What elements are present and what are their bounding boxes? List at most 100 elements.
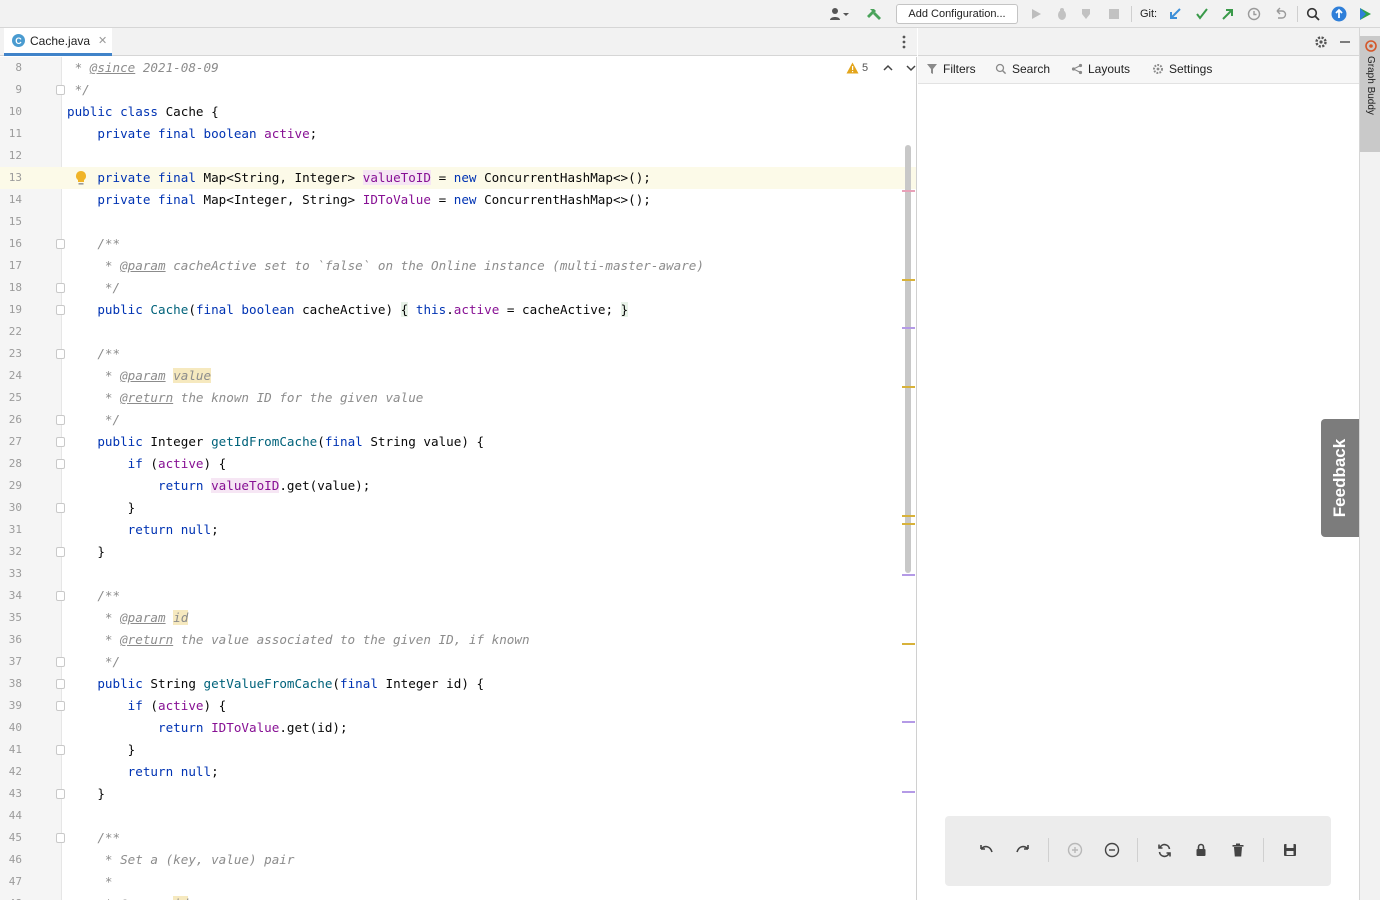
code-line[interactable]: 10 public class Cache {: [0, 101, 916, 123]
fold-marker[interactable]: [56, 239, 65, 249]
tool-window-settings-button[interactable]: [1312, 32, 1330, 52]
fold-marker[interactable]: [56, 789, 65, 799]
code-line[interactable]: 17 * @param cacheActive set to `false` o…: [0, 255, 916, 277]
settings-tab[interactable]: Settings: [1152, 62, 1212, 76]
info-stripe-mark[interactable]: [902, 574, 915, 576]
zoom-out-button[interactable]: [1103, 841, 1121, 859]
code-editor[interactable]: 8 * @since 2021-08-09 9 */10 public class …: [0, 57, 917, 900]
code-line[interactable]: 14 private final Map<Integer, String> ID…: [0, 189, 916, 211]
close-icon[interactable]: ✕: [98, 34, 107, 47]
code-line[interactable]: 8 * @since 2021-08-09: [0, 57, 916, 79]
code-line[interactable]: 12: [0, 145, 916, 167]
git-rollback-button[interactable]: [1271, 4, 1289, 24]
inspection-widget[interactable]: 5: [846, 62, 916, 74]
code-line[interactable]: 28 if (active) {: [0, 453, 916, 475]
warning-stripe-mark[interactable]: [902, 386, 915, 388]
code-line[interactable]: 24 * @param value: [0, 365, 916, 387]
code-line[interactable]: 29 return valueToID.get(value);: [0, 475, 916, 497]
code-line[interactable]: 40 return IDToValue.get(id);: [0, 717, 916, 739]
fold-marker[interactable]: [56, 437, 65, 447]
chevron-down-icon[interactable]: [906, 64, 916, 72]
delete-button[interactable]: [1229, 841, 1247, 859]
code-line[interactable]: 34 /**: [0, 585, 916, 607]
git-update-button[interactable]: [1166, 4, 1184, 24]
lock-button[interactable]: [1192, 841, 1210, 859]
graph-buddy-side-tab[interactable]: Graph Buddy: [1360, 36, 1380, 152]
code-line[interactable]: 47 *: [0, 871, 916, 893]
run-button[interactable]: [1028, 4, 1044, 24]
git-push-button[interactable]: [1219, 4, 1237, 24]
code-line[interactable]: 43 }: [0, 783, 916, 805]
code-line[interactable]: 41 }: [0, 739, 916, 761]
fold-marker[interactable]: [56, 415, 65, 425]
fold-marker[interactable]: [56, 679, 65, 689]
code-line[interactable]: 11 private final boolean active;: [0, 123, 916, 145]
warning-stripe-mark[interactable]: [902, 279, 915, 281]
code-line[interactable]: 37 */: [0, 651, 916, 673]
fold-marker[interactable]: [56, 701, 65, 711]
code-line[interactable]: 18 */: [0, 277, 916, 299]
warning-stripe-mark[interactable]: [902, 643, 915, 645]
code-line[interactable]: 31 return null;: [0, 519, 916, 541]
code-line[interactable]: 26 */: [0, 409, 916, 431]
chevron-up-icon[interactable]: [883, 64, 893, 72]
code-line[interactable]: 9 */: [0, 79, 916, 101]
code-line[interactable]: 32 }: [0, 541, 916, 563]
filters-tab[interactable]: Filters: [926, 62, 976, 76]
fold-marker[interactable]: [56, 657, 65, 667]
code-line[interactable]: 42 return null;: [0, 761, 916, 783]
code-line[interactable]: 33: [0, 563, 916, 585]
fold-marker[interactable]: [56, 283, 65, 293]
warning-stripe-mark[interactable]: [902, 523, 915, 525]
code-line[interactable]: 39 if (active) {: [0, 695, 916, 717]
build-button[interactable]: [866, 4, 884, 24]
fold-marker[interactable]: [56, 745, 65, 755]
fold-marker[interactable]: [56, 349, 65, 359]
tab-cache-java[interactable]: C Cache.java ✕: [4, 28, 112, 56]
code-line[interactable]: 15: [0, 211, 916, 233]
code-line[interactable]: 25 * @return the known ID for the given …: [0, 387, 916, 409]
fold-marker[interactable]: [56, 85, 65, 95]
code-line[interactable]: 38 public String getValueFromCache(final…: [0, 673, 916, 695]
editor-vertical-scrollbar[interactable]: [905, 145, 911, 573]
fold-marker[interactable]: [56, 305, 65, 315]
hide-tool-window-button[interactable]: [1336, 32, 1354, 52]
ide-update-button[interactable]: [1330, 4, 1348, 24]
search-everywhere-button[interactable]: [1304, 4, 1322, 24]
fold-marker[interactable]: [56, 833, 65, 843]
info-stripe-mark[interactable]: [902, 791, 915, 793]
code-line[interactable]: 27 public Integer getIdFromCache(final S…: [0, 431, 916, 453]
debug-button[interactable]: [1054, 4, 1070, 24]
tab-options-button[interactable]: [898, 34, 910, 50]
fold-marker[interactable]: [56, 547, 65, 557]
git-history-button[interactable]: [1245, 4, 1263, 24]
user-account-button[interactable]: [826, 4, 852, 24]
git-commit-button[interactable]: [1193, 4, 1211, 24]
code-line[interactable]: 16 /**: [0, 233, 916, 255]
feedback-button[interactable]: Feedback: [1321, 419, 1359, 537]
code-line[interactable]: 48 * @param id: [0, 893, 916, 900]
code-line[interactable]: 19 public Cache(final boolean cacheActiv…: [0, 299, 916, 321]
redo-button[interactable]: [1014, 841, 1032, 859]
error-stripe-mark[interactable]: [902, 190, 915, 192]
search-tab[interactable]: Search: [995, 62, 1050, 76]
refresh-button[interactable]: [1155, 841, 1173, 859]
save-button[interactable]: [1281, 841, 1299, 859]
code-line[interactable]: 46 * Set a (key, value) pair: [0, 849, 916, 871]
plugin-logo-button[interactable]: [1356, 4, 1374, 24]
run-with-coverage-button[interactable]: [1078, 4, 1096, 24]
stop-button[interactable]: [1106, 4, 1122, 24]
code-line[interactable]: 36 * @return the value associated to the…: [0, 629, 916, 651]
warning-stripe-mark[interactable]: [902, 515, 915, 517]
fold-marker[interactable]: [56, 591, 65, 601]
zoom-in-button[interactable]: [1066, 841, 1084, 859]
code-line[interactable]: 22: [0, 321, 916, 343]
code-line[interactable]: 13 private final Map<String, Integer> va…: [0, 167, 916, 189]
layouts-tab[interactable]: Layouts: [1071, 62, 1130, 76]
add-configuration-button[interactable]: Add Configuration...: [896, 4, 1018, 24]
code-line[interactable]: 30 }: [0, 497, 916, 519]
code-line[interactable]: 44: [0, 805, 916, 827]
code-line[interactable]: 23 /**: [0, 343, 916, 365]
code-line[interactable]: 35 * @param id: [0, 607, 916, 629]
fold-marker[interactable]: [56, 503, 65, 513]
